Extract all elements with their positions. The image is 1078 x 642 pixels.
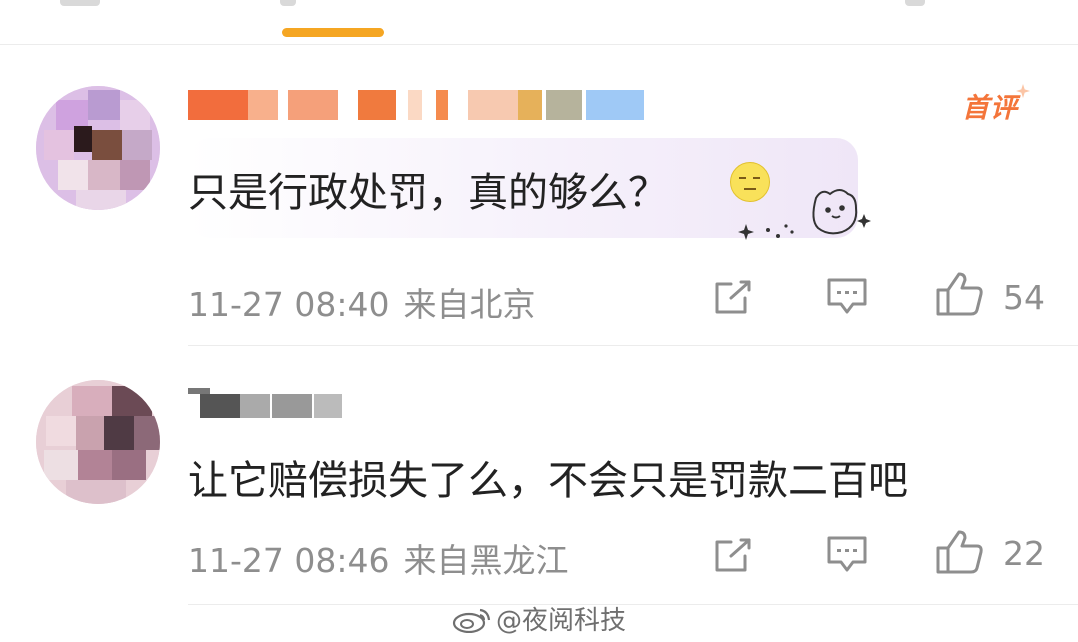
username-redacted[interactable]: [188, 386, 348, 418]
username-redacted[interactable]: [188, 90, 648, 120]
comment-text: 只是行政处罚，真的够么？: [188, 170, 668, 216]
comment-timestamp: 11-27 08:46: [188, 541, 390, 580]
like-count: 54: [1003, 278, 1045, 317]
comment-location: 来自北京: [403, 285, 536, 324]
first-comment-badge: 首评: [962, 86, 1018, 125]
like-icon[interactable]: [935, 528, 985, 576]
comment-text: 让它赔偿损失了么，不会只是罚款二百吧: [188, 458, 908, 504]
comment-meta: 11-27 08:40 来自北京: [188, 278, 535, 326]
watermark: @夜阅科技: [452, 600, 626, 637]
weibo-logo: [452, 608, 491, 633]
comment-location: 来自黑龙江: [403, 541, 569, 580]
avatar[interactable]: [36, 86, 160, 210]
share-icon[interactable]: [711, 274, 755, 318]
comment-icon[interactable]: [825, 532, 869, 576]
watermark-text: @夜阅科技: [496, 606, 627, 636]
divider: [188, 604, 1078, 605]
like-icon[interactable]: [935, 270, 985, 318]
share-icon[interactable]: [711, 532, 755, 576]
comment-timestamp: 11-27 08:40: [188, 285, 390, 324]
comment-item: 首评 只是行政处罚，真的够么？ 11-27 08:40 来自北京 54: [0, 0, 1078, 346]
emoji-icon: [730, 162, 770, 202]
avatar[interactable]: [36, 380, 160, 504]
like-count: 22: [1003, 534, 1045, 573]
comment-meta: 11-27 08:46 来自黑龙江: [188, 534, 568, 582]
comment-item: 让它赔偿损失了么，不会只是罚款二百吧 11-27 08:46 来自黑龙江 22: [0, 346, 1078, 606]
comment-icon[interactable]: [825, 274, 869, 318]
